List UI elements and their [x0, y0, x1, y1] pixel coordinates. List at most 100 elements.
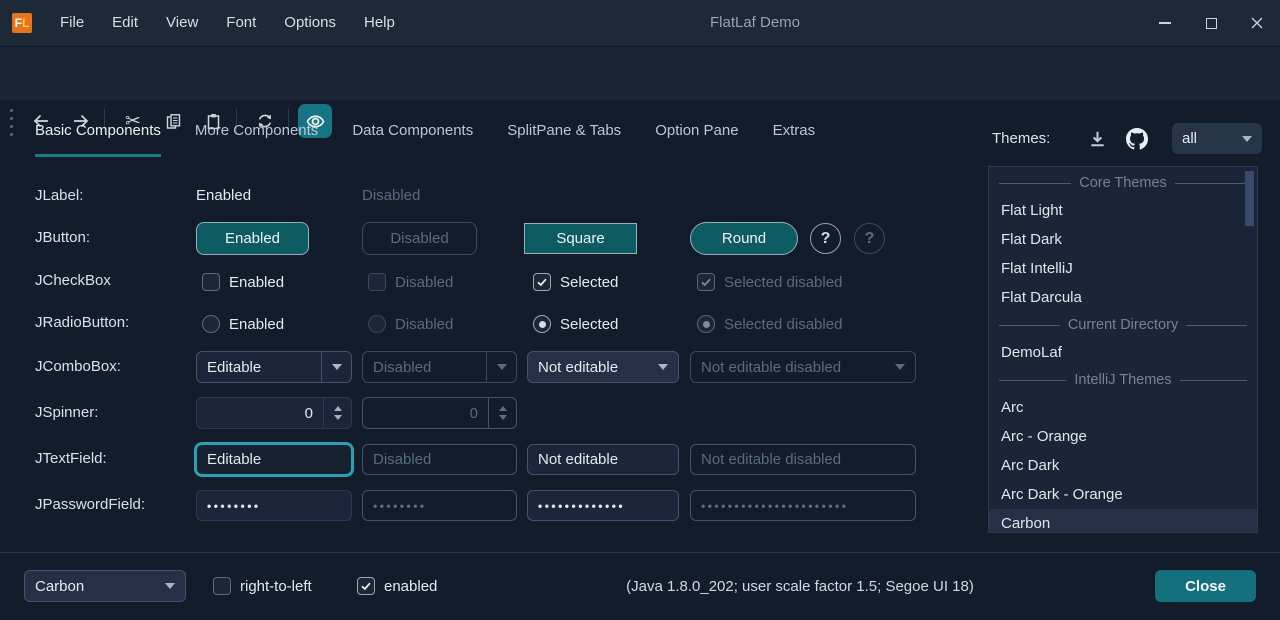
- spinner-value: 0: [363, 405, 488, 422]
- github-link-button[interactable]: [1122, 124, 1152, 154]
- menu-bar: File Edit View Font Options Help: [46, 0, 409, 46]
- theme-item-flat-dark[interactable]: Flat Dark: [989, 225, 1257, 254]
- combobox-arrow-button[interactable]: [155, 571, 185, 601]
- combobox-value: Not editable disabled: [691, 359, 885, 376]
- combobox-value[interactable]: Editable: [197, 359, 321, 376]
- password-dots: ••••••••••••••••••••••: [701, 499, 848, 513]
- theme-item-arc-dark[interactable]: Arc Dark: [989, 451, 1257, 480]
- theme-group-current-directory: Current Directory: [989, 312, 1257, 338]
- menu-view[interactable]: View: [152, 0, 212, 46]
- menu-edit[interactable]: Edit: [98, 0, 152, 46]
- checkbox-label: Selected disabled: [724, 274, 842, 291]
- jtextfield-disabled: Disabled: [362, 444, 517, 475]
- jbutton-round[interactable]: Round: [690, 222, 798, 255]
- tab-strip: Basic Components More Components Data Co…: [0, 100, 960, 160]
- radio-label: Selected disabled: [724, 316, 842, 333]
- close-window-button[interactable]: [1234, 0, 1280, 46]
- download-themes-button[interactable]: [1082, 124, 1112, 154]
- tab-basic-components[interactable]: Basic Components: [35, 100, 161, 160]
- theme-switcher-combobox[interactable]: Carbon: [24, 570, 186, 602]
- jpasswordfield-enabled[interactable]: ••••••••: [196, 490, 352, 521]
- github-icon: [1126, 128, 1148, 150]
- theme-group-intellij-themes: IntelliJ Themes: [989, 367, 1257, 393]
- close-button[interactable]: Close: [1155, 570, 1256, 602]
- themes-label: Themes:: [992, 130, 1050, 147]
- spinner-value[interactable]: 0: [197, 405, 323, 422]
- download-icon: [1088, 130, 1107, 149]
- tab-option-pane[interactable]: Option Pane: [655, 100, 738, 160]
- menu-font[interactable]: Font: [212, 0, 270, 46]
- chevron-down-icon: [497, 364, 507, 370]
- jspinner-enabled[interactable]: 0: [196, 397, 352, 429]
- minimize-icon: [1159, 22, 1171, 24]
- combobox-arrow-button[interactable]: [648, 352, 678, 382]
- password-dots: •••••••••••••: [538, 499, 625, 513]
- jcheckbox-selected[interactable]: Selected: [533, 272, 618, 292]
- row-label-jpasswordfield: JPasswordField:: [35, 496, 145, 513]
- jcombobox-not-editable[interactable]: Not editable: [527, 351, 679, 383]
- maximize-button[interactable]: [1188, 0, 1234, 46]
- chevron-down-icon: [1242, 136, 1252, 142]
- enabled-checkbox[interactable]: enabled: [357, 576, 437, 596]
- row-label-jtextfield: JTextField:: [35, 450, 107, 467]
- jpasswordfield-not-editable-disabled: ••••••••••••••••••••••: [690, 490, 916, 521]
- jcombobox-disabled: Disabled: [362, 351, 517, 383]
- flatlaf-demo-window: FL File Edit View Font Options Help Flat…: [0, 0, 1280, 620]
- row-label-jbutton: JButton:: [35, 229, 90, 246]
- theme-item-demolaf[interactable]: DemoLaf: [989, 338, 1257, 367]
- chevron-down-icon: [332, 364, 342, 370]
- themes-filter-combobox[interactable]: all: [1172, 123, 1262, 154]
- logo-letter-l: L: [22, 16, 29, 30]
- app-logo-icon[interactable]: FL: [12, 13, 32, 33]
- spinner-arrow-buttons[interactable]: [323, 398, 351, 428]
- theme-item-carbon[interactable]: Carbon: [989, 509, 1257, 533]
- tab-extras[interactable]: Extras: [773, 100, 816, 160]
- jbutton-square[interactable]: Square: [524, 223, 637, 254]
- menu-file[interactable]: File: [46, 0, 98, 46]
- checkbox-icon: [213, 577, 231, 595]
- menu-help[interactable]: Help: [350, 0, 409, 46]
- checkbox-checked-icon: [697, 273, 715, 291]
- right-to-left-checkbox[interactable]: right-to-left: [213, 576, 312, 596]
- chevron-down-icon: [658, 364, 668, 370]
- tab-splitpane-tabs[interactable]: SplitPane & Tabs: [507, 100, 621, 160]
- themes-list: Core Themes Flat Light Flat Dark Flat In…: [988, 166, 1258, 533]
- jtextfield-editable[interactable]: Editable: [194, 442, 354, 477]
- themes-scrollbar-thumb[interactable]: [1245, 171, 1254, 226]
- jpasswordfield-not-editable[interactable]: •••••••••••••: [527, 490, 679, 521]
- row-label-jlabel: JLabel:: [35, 187, 83, 204]
- jbutton-help[interactable]: ?: [810, 223, 841, 254]
- theme-item-arc-orange[interactable]: Arc - Orange: [989, 422, 1257, 451]
- jbutton-enabled[interactable]: Enabled: [196, 222, 309, 255]
- jradiobutton-selected[interactable]: Selected: [533, 314, 618, 334]
- radio-label: Enabled: [229, 316, 284, 333]
- checkbox-label: right-to-left: [240, 578, 312, 595]
- theme-item-flat-darcula[interactable]: Flat Darcula: [989, 283, 1257, 312]
- tab-more-components[interactable]: More Components: [195, 100, 318, 160]
- combobox-arrow-button[interactable]: [321, 352, 351, 382]
- checkbox-label: enabled: [384, 578, 437, 595]
- theme-item-arc-dark-orange[interactable]: Arc Dark - Orange: [989, 480, 1257, 509]
- jcombobox-editable[interactable]: Editable: [196, 351, 352, 383]
- themes-filter-value: all: [1182, 130, 1242, 147]
- row-label-jcombobox: JComboBox:: [35, 358, 121, 375]
- jspinner-disabled: 0: [362, 397, 517, 429]
- tab-data-components[interactable]: Data Components: [352, 100, 473, 160]
- logo-letter-f: F: [15, 16, 22, 30]
- jcheckbox-enabled[interactable]: Enabled: [202, 272, 284, 292]
- chevron-down-icon: [895, 364, 905, 370]
- checkbox-checked-icon: [357, 577, 375, 595]
- jradiobutton-enabled[interactable]: Enabled: [202, 314, 284, 334]
- combobox-value: Carbon: [25, 578, 155, 595]
- theme-item-arc[interactable]: Arc: [989, 393, 1257, 422]
- checkbox-icon: [202, 273, 220, 291]
- menu-options[interactable]: Options: [270, 0, 350, 46]
- theme-item-flat-intellij[interactable]: Flat IntelliJ: [989, 254, 1257, 283]
- theme-item-flat-light[interactable]: Flat Light: [989, 196, 1257, 225]
- jtextfield-not-editable-disabled: Not editable disabled: [690, 444, 916, 475]
- jradiobutton-disabled: Disabled: [368, 314, 453, 334]
- checkbox-icon: [368, 273, 386, 291]
- jtextfield-not-editable[interactable]: Not editable: [527, 444, 679, 475]
- checkbox-checked-icon: [533, 273, 551, 291]
- minimize-button[interactable]: [1142, 0, 1188, 46]
